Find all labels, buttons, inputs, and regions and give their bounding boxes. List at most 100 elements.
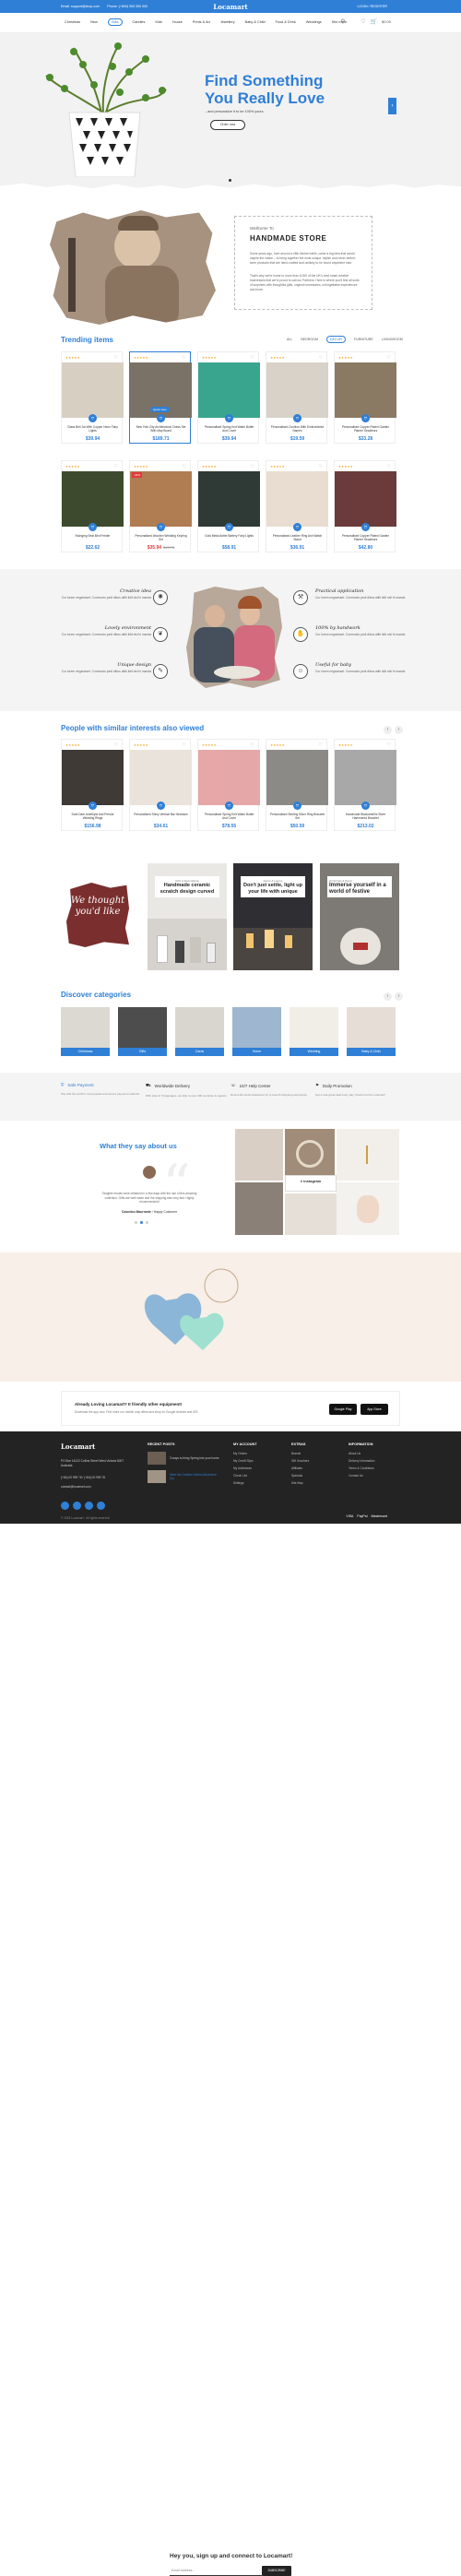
testimonial-dot[interactable] [135, 1221, 137, 1224]
instagram-photo[interactable] [285, 1193, 337, 1235]
product-image[interactable] [62, 750, 124, 805]
footer-link[interactable]: My Credit Slips [233, 1459, 257, 1463]
footer-link[interactable]: My Addresses [233, 1466, 257, 1470]
add-to-cart-icon[interactable]: ⛉ [157, 801, 165, 810]
product-name[interactable]: Personalised Shiny Vertical Bar Necklace [134, 813, 188, 816]
instagram-photo[interactable] [285, 1129, 335, 1179]
product-image[interactable] [266, 362, 328, 418]
product-name[interactable]: Glass Bell Jar With Copper Neon Fairy Li… [65, 425, 120, 433]
product-name[interactable]: Personalised Spring Knit Water Bottle An… [202, 813, 256, 820]
product-name[interactable]: Handmade Blackamirfini Silver Hammered B… [338, 813, 393, 820]
wishlist-icon[interactable]: ♡ [361, 18, 365, 25]
instagram-label-box[interactable]: # instagram [285, 1175, 337, 1192]
quick-view-badge[interactable]: Quick view [150, 407, 170, 412]
add-to-cart-icon[interactable]: ⛉ [293, 801, 301, 810]
footer-link[interactable]: Contact Us [349, 1474, 374, 1478]
post-thumb[interactable] [148, 1452, 166, 1465]
newsletter-email-input[interactable]: Email Address... [170, 2566, 262, 2576]
recent-post-link[interactable]: 3 ways to bring Spring into your home [170, 1456, 219, 1460]
product-card[interactable]: ★★★★★ ♡ ⛉ Glass Bell Jar With Copper Neon F… [61, 351, 124, 444]
footer-link[interactable]: Specials [291, 1474, 309, 1478]
footer-link[interactable]: Delivery Information [349, 1459, 374, 1463]
brand-logo[interactable]: Locamart [0, 3, 461, 11]
footer-link[interactable]: Terms & Conditions [349, 1466, 374, 1470]
nav-item[interactable]: New [90, 20, 98, 26]
cart-total[interactable]: $0.00 [382, 19, 391, 25]
nav-item[interactable]: Prints & Art [193, 20, 210, 26]
filter-tab[interactable]: BEDROOM [301, 338, 318, 343]
add-to-cart-icon[interactable]: ⛉ [293, 523, 301, 531]
category-card[interactable]: Home [232, 1007, 281, 1056]
testimonial-dot[interactable] [140, 1221, 143, 1224]
footer-link[interactable]: Site Map [291, 1481, 309, 1485]
nav-item[interactable]: Food & Drink [276, 20, 296, 26]
product-card[interactable]: ★★★★★ ♡ ⛉ Dark Dark Amethyst And Peridot We… [61, 739, 124, 831]
instagram-photo[interactable] [235, 1182, 283, 1235]
cart-icon[interactable]: 🛒 [371, 18, 377, 25]
banner-lamps[interactable]: Decor & Lamps Don't just settle, light up… [233, 863, 313, 970]
product-card[interactable]: ★★★★★ ♡ ⛉ Personalised Copper Plated Garden… [334, 460, 396, 552]
instagram-icon[interactable] [85, 1502, 93, 1510]
product-image[interactable] [198, 362, 260, 418]
post-thumb[interactable] [148, 1470, 166, 1483]
wishlist-heart-icon[interactable]: ♡ [183, 464, 186, 469]
nav-item[interactable]: Jewellery [220, 20, 235, 26]
product-name[interactable]: Dark Dark Amethyst And Peridot Wedding R… [65, 813, 120, 820]
product-name[interactable]: Personalised Copper Plated Garden Plante… [338, 425, 393, 433]
wishlist-heart-icon[interactable]: ♡ [319, 464, 323, 469]
product-name[interactable]: Swinging Seat Bird Feeder [65, 534, 120, 538]
wishlist-heart-icon[interactable]: ♡ [387, 742, 391, 748]
filter-tab[interactable]: DECOR [325, 336, 346, 343]
add-to-cart-icon[interactable]: ⛉ [89, 523, 97, 531]
add-to-cart-icon[interactable]: ⛉ [225, 414, 233, 422]
hero-order-button[interactable]: Order now [210, 120, 245, 130]
twitter-icon[interactable] [73, 1502, 81, 1510]
product-name[interactable]: Personalised Cushion With Embroidered Na… [270, 425, 325, 433]
product-image[interactable] [130, 750, 192, 805]
similar-next-arrow[interactable]: › [395, 726, 403, 734]
footer-link[interactable]: Brands [291, 1452, 309, 1455]
footer-logo[interactable]: Locamart [61, 1442, 95, 1451]
slider-next-arrow[interactable]: › [388, 98, 396, 114]
footer-link[interactable]: My Orders [233, 1452, 257, 1455]
add-to-cart-icon[interactable]: ⛉ [157, 414, 165, 422]
product-name[interactable]: Gold Metal Antler Battery Fairy Lights [202, 534, 256, 538]
wishlist-heart-icon[interactable]: ♡ [319, 742, 323, 748]
product-card[interactable]: ★★★★★ ♡ ⛉ Gold Metal Antler Battery Fairy L… [197, 460, 260, 552]
wishlist-heart-icon[interactable]: ♡ [114, 464, 118, 469]
product-name[interactable]: Personalised Copper Plated Garden Plante… [338, 534, 393, 541]
wishlist-heart-icon[interactable]: ♡ [319, 355, 323, 361]
product-name[interactable]: Personalised Spring Knit Water Bottle An… [202, 425, 256, 433]
product-image[interactable] [266, 750, 328, 805]
nav-item[interactable]: Christmas [65, 20, 80, 26]
banner-festive[interactable]: Christmas & Decor Immerse yourself in a w… [320, 863, 399, 970]
add-to-cart-icon[interactable]: ⛉ [157, 523, 165, 531]
product-image[interactable] [62, 362, 124, 418]
nav-item[interactable]: Weddings [306, 20, 322, 26]
product-image[interactable] [198, 471, 260, 527]
nav-item[interactable]: Candles [133, 20, 146, 26]
add-to-cart-icon[interactable]: ⛉ [225, 523, 233, 531]
testimonial-dot[interactable] [146, 1221, 148, 1224]
footer-link[interactable]: Settings [233, 1481, 257, 1485]
category-card[interactable]: Baby & Child [347, 1007, 396, 1056]
instagram-photo[interactable] [235, 1129, 283, 1181]
product-card[interactable]: ★★★★★ ♡ ⛉ Swinging Seat Bird Feeder $22.62 [61, 460, 124, 552]
nav-item[interactable]: Baby & Child [245, 20, 266, 26]
category-card[interactable]: Cards [175, 1007, 224, 1056]
product-image[interactable] [130, 471, 192, 527]
nav-item[interactable]: Gifts [107, 18, 123, 26]
product-image[interactable] [335, 362, 396, 418]
wishlist-heart-icon[interactable]: ♡ [183, 742, 186, 748]
wishlist-heart-icon[interactable]: ♡ [183, 355, 186, 361]
product-card[interactable]: ★★★★★ ♡ ⛉ Personalised Spring Knit Water Bo… [197, 739, 260, 831]
product-image[interactable] [266, 471, 328, 527]
instagram-photo[interactable] [337, 1182, 399, 1235]
product-card[interactable]: ★★★★★ ♡ ⛉ Personalised Leather Ring Ash Wat… [266, 460, 328, 552]
product-card[interactable]: ★★★★★ ♡ -33% ⛉ Personalised Wooden Wedding K… [129, 460, 192, 552]
category-card[interactable]: Wedding [290, 1007, 338, 1056]
product-image[interactable] [335, 471, 396, 527]
search-icon[interactable]: ⚲ [341, 18, 345, 25]
add-to-cart-icon[interactable]: ⛉ [225, 801, 233, 810]
wishlist-heart-icon[interactable]: ♡ [387, 355, 391, 361]
